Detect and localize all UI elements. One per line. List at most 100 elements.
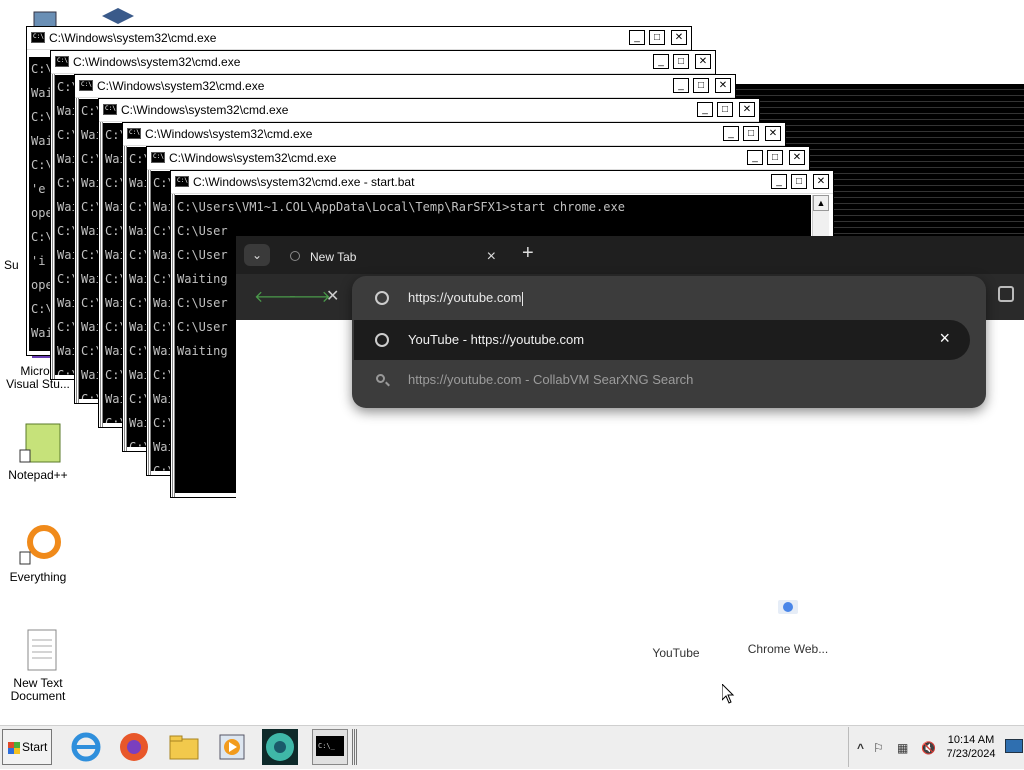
- close-button[interactable]: ✕: [765, 126, 781, 141]
- minimize-button[interactable]: _: [629, 30, 645, 45]
- taskbar-firefox[interactable]: [116, 729, 152, 765]
- cmd-title: C:\Windows\system32\cmd.exe: [145, 127, 313, 141]
- remove-suggestion-button[interactable]: ×: [939, 328, 950, 349]
- taskbar-file-explorer[interactable]: [166, 729, 202, 765]
- cmd-titlebar[interactable]: C:\Windows\system32\cmd.exe - start.bat …: [171, 171, 833, 194]
- close-button[interactable]: ✕: [715, 78, 731, 93]
- chevron-down-icon: ⌄: [251, 248, 263, 262]
- tab-strip: ⌄ New Tab × +: [236, 236, 1024, 274]
- close-button[interactable]: ✕: [671, 30, 687, 45]
- volume-muted-icon[interactable]: 🔇: [921, 741, 936, 755]
- minimize-button[interactable]: _: [771, 174, 787, 189]
- maximize-button[interactable]: □: [743, 126, 759, 141]
- omnibox-dropdown[interactable]: https://youtube.com YouTube - https://yo…: [352, 276, 986, 408]
- tab-search-button[interactable]: ⌄: [244, 244, 270, 266]
- cmd-titlebar[interactable]: C:\Windows\system32\cmd.exe _ □ ✕: [51, 51, 715, 74]
- desktop-icon-new-text-document[interactable]: New Text Document: [0, 628, 76, 703]
- chrome-icon: [266, 733, 294, 761]
- tab-close-button[interactable]: ×: [487, 248, 496, 266]
- cmd-title: C:\Windows\system32\cmd.exe: [97, 79, 265, 93]
- close-button[interactable]: ✕: [739, 102, 755, 117]
- cmd-titlebar[interactable]: C:\Windows\system32\cmd.exe _ □ ✕: [123, 123, 785, 146]
- notepadpp-icon: [18, 420, 61, 466]
- console-icon: [127, 128, 141, 139]
- cmd-title: C:\Windows\system32\cmd.exe: [169, 151, 337, 165]
- flag-icon[interactable]: ⚐: [873, 741, 884, 755]
- close-button[interactable]: ✕: [789, 150, 805, 165]
- stop-loading-icon[interactable]: ✕: [326, 286, 339, 306]
- minimize-button[interactable]: _: [673, 78, 689, 93]
- maximize-button[interactable]: □: [693, 78, 709, 93]
- folder-icon: [169, 735, 199, 760]
- start-label: Start: [22, 740, 48, 754]
- maximize-button[interactable]: □: [673, 54, 689, 69]
- cmd-title: C:\Windows\system32\cmd.exe: [73, 55, 241, 69]
- taskbar-grip: [352, 729, 357, 765]
- desktop-icon-everything[interactable]: Everything: [0, 522, 76, 584]
- console-icon: [103, 104, 117, 115]
- console-icon: [79, 80, 93, 91]
- everything-icon: [18, 522, 61, 568]
- shortcut-youtube[interactable]: YouTube: [650, 646, 702, 660]
- desktop-icon-label: Everything: [9, 570, 67, 584]
- maximize-button[interactable]: □: [717, 102, 733, 117]
- new-tab-button[interactable]: +: [522, 242, 534, 265]
- svg-text:C:\_: C:\_: [318, 742, 336, 750]
- maximize-button[interactable]: □: [649, 30, 665, 45]
- start-button[interactable]: Start: [2, 729, 52, 765]
- console-icon: [55, 56, 69, 67]
- maximize-button[interactable]: □: [791, 174, 807, 189]
- show-desktop-button[interactable]: [1005, 739, 1023, 753]
- search-icon: [376, 374, 385, 383]
- minimize-button[interactable]: _: [723, 126, 739, 141]
- chrome-web-store-icon: [777, 594, 799, 616]
- system-tray: ^ ⚐ ▦ 🔇 10:14 AM 7/23/2024: [848, 727, 1024, 767]
- cmd-titlebar[interactable]: C:\Windows\system32\cmd.exe _ □ ✕: [99, 99, 759, 122]
- taskbar-internet-explorer[interactable]: [68, 729, 104, 765]
- omnibox-suggestion-youtube[interactable]: YouTube - https://youtube.com ×: [354, 320, 970, 360]
- shortcut-label: YouTube: [652, 646, 700, 660]
- globe-icon: [375, 291, 389, 305]
- close-button[interactable]: ✕: [813, 174, 829, 189]
- maximize-button[interactable]: □: [767, 150, 783, 165]
- shortcut-chrome-web-store[interactable]: Chrome Web...: [740, 594, 836, 656]
- console-icon: [31, 32, 45, 43]
- extensions-icon[interactable]: [998, 286, 1014, 302]
- omnibox-suggestion-search[interactable]: https://youtube.com - CollabVM SearXNG S…: [352, 368, 986, 394]
- new-tab-favicon-icon: [290, 251, 300, 261]
- tab-title: New Tab: [310, 250, 357, 264]
- close-button[interactable]: ✕: [695, 54, 711, 69]
- cmd-titlebar[interactable]: C:\Windows\system32\cmd.exe _ □ ✕: [27, 27, 691, 50]
- internet-explorer-icon: [71, 732, 101, 762]
- cmd-titlebar[interactable]: C:\Windows\system32\cmd.exe _ □ ✕: [75, 75, 735, 98]
- tab-new-tab[interactable]: New Tab ×: [278, 240, 510, 274]
- minimize-button[interactable]: _: [747, 150, 763, 165]
- desktop-icon-label: New Text Document: [10, 676, 66, 703]
- forward-arrow-icon[interactable]: 🡒: [288, 286, 331, 307]
- media-player-icon: [219, 734, 245, 760]
- clock-date: 7/23/2024: [946, 748, 996, 760]
- console-icon: [151, 152, 165, 163]
- taskbar-cmd[interactable]: C:\_: [312, 729, 348, 765]
- scroll-up-arrow-icon[interactable]: ▲: [813, 195, 829, 211]
- minimize-button[interactable]: _: [653, 54, 669, 69]
- cmd-title: C:\Windows\system32\cmd.exe: [121, 103, 289, 117]
- console-line: C:\Users\VM1~1.COL\AppData\Local\Temp\Ra…: [177, 200, 625, 214]
- desktop-icon-notepadpp[interactable]: Notepad++: [0, 420, 76, 482]
- console-icon: [175, 176, 189, 187]
- minimize-button[interactable]: _: [697, 102, 713, 117]
- desktop-icon-label: Notepad++: [8, 468, 68, 482]
- globe-icon: [375, 333, 389, 347]
- cmd-titlebar[interactable]: C:\Windows\system32\cmd.exe _ □ ✕: [147, 147, 809, 170]
- taskbar-media-player[interactable]: [214, 729, 250, 765]
- network-icon[interactable]: ▦: [897, 741, 908, 755]
- cmd-title: C:\Windows\system32\cmd.exe: [49, 31, 217, 45]
- firefox-icon: [120, 733, 148, 761]
- show-hidden-icons-button[interactable]: ^: [857, 741, 864, 755]
- taskbar-chrome[interactable]: [262, 729, 298, 765]
- clock[interactable]: 10:14 AM 7/23/2024: [941, 733, 1001, 761]
- omnibox-input[interactable]: https://youtube.com: [408, 290, 524, 306]
- text-document-icon: [18, 628, 58, 674]
- suggestion-text: YouTube - https://youtube.com: [408, 332, 585, 347]
- omnibox-input-row[interactable]: https://youtube.com: [352, 276, 986, 320]
